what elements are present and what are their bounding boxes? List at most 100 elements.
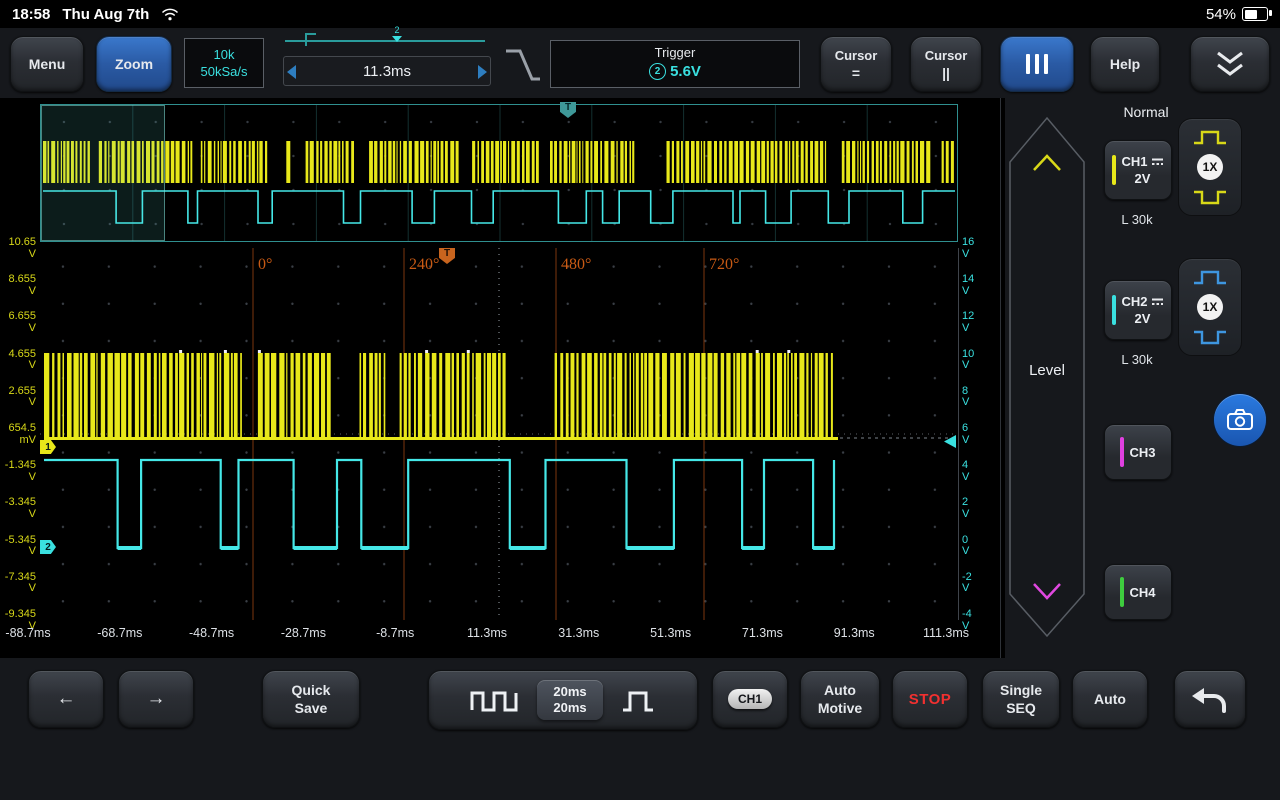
dc-coupling-icon [1151,297,1164,306]
ch1-scale: 2V [1121,170,1163,187]
ch2-button[interactable]: CH2 2V [1104,280,1172,340]
pulse-negative-icon[interactable] [1190,188,1230,206]
main-graticule [40,248,959,620]
sample-points: 10k [214,47,235,62]
ch1-pulse-panel[interactable]: 1X [1178,118,1242,216]
auto-label: Auto [1094,691,1126,707]
ch3-button[interactable]: CH3 [1104,424,1172,480]
ch1-name: CH1 [1121,153,1147,170]
right-axis-label: 6V [962,423,1002,446]
pan-left-button[interactable]: ← [28,670,104,728]
help-button[interactable]: Help [1090,36,1160,92]
ch2-color-bar [1112,295,1116,325]
h-position-box[interactable]: 11.3ms [283,56,491,86]
cursor-h-glyph: = [852,65,860,81]
cursor-horizontal-button[interactable]: Cursor = [820,36,892,92]
ch2-probe-label: 1X [1203,300,1218,314]
left-axis-label: -7.345V [0,572,36,595]
main-timebase: 20ms [553,684,586,700]
stop-label: STOP [909,691,952,708]
left-axis-label: -3.345V [0,497,36,520]
left-arrow-icon: ← [57,688,76,710]
time-axis-label: 91.3ms [834,626,875,640]
run-stop-button[interactable]: STOP [892,670,968,728]
battery-icon [1242,7,1268,21]
time-axis-label: 111.3ms [923,626,969,640]
zoom-button[interactable]: Zoom [96,36,172,92]
quick-save-button[interactable]: Quick Save [262,670,360,728]
sample-rate-display[interactable]: 10k 50kSa/s [184,38,264,88]
acquisition-mode-label: Normal [1106,104,1186,120]
ch1-button[interactable]: CH1 2V [1104,140,1172,200]
menu-label: Menu [29,56,66,72]
quick-save-line2: Save [295,700,328,716]
scroll-left-icon[interactable] [287,65,296,79]
scroll-right-icon[interactable] [478,65,487,79]
left-axis-label: -5.345V [0,535,36,558]
ch1-probe-ratio[interactable]: 1X [1197,154,1223,180]
triangle-down-icon [392,36,402,42]
trigger-title: Trigger [655,45,696,60]
pulse-positive-icon[interactable] [1190,268,1230,286]
single-seq-button[interactable]: Single SEQ [982,670,1060,728]
overview-trigger-letter: T [565,102,571,118]
single-pulse-icon[interactable] [619,685,657,715]
h-trigger-marker[interactable]: 2 [391,26,403,42]
time-axis-label: -68.7ms [97,626,142,640]
auto-motive-button[interactable]: Auto Motive [800,670,880,728]
zoom-overview-strip[interactable] [40,104,958,242]
ch2-pulse-panel[interactable]: 1X [1178,258,1242,356]
pan-right-button[interactable]: → [118,670,194,728]
battery-percent: 54% [1206,6,1236,23]
menu-button[interactable]: Menu [10,36,84,92]
level-down-icon[interactable] [1034,584,1060,598]
left-axis-label: 8.655V [0,274,36,297]
right-arrow-icon: → [147,688,166,710]
cursor-vertical-button[interactable]: Cursor || [910,36,982,92]
trigger-source-button[interactable]: CH1 [712,670,788,728]
left-axis-label: 10.65V [0,237,36,260]
time-axis-label: -28.7ms [281,626,326,640]
auto-motive-line2: Motive [818,700,862,716]
left-axis-label: 4.655V [0,349,36,372]
sample-rate: 50kSa/s [201,64,248,79]
ch1-tag-number: 1 [45,442,51,453]
trigger-slope-icon[interactable] [500,42,546,88]
side-menu-button[interactable] [1000,36,1074,92]
pulse-negative-icon[interactable] [1190,328,1230,346]
timebase-display[interactable]: 20ms 20ms [537,680,602,720]
right-axis-label: 12V [962,311,1002,334]
quick-save-line1: Quick [292,682,331,698]
time-axis-label: 11.3ms [467,626,507,640]
phase-label-240: 240° [409,256,439,274]
return-arrow-icon [1188,682,1232,716]
oscilloscope-app: 18:58 Thu Aug 7th 54% Menu Zoom 10k 50kS… [0,0,1280,800]
right-axis-label: 10V [962,349,1002,372]
ch4-button[interactable]: CH4 [1104,564,1172,620]
left-axis-label: 2.655V [0,386,36,409]
cursor-v-label: Cursor [925,48,968,63]
auto-button[interactable]: Auto [1072,670,1148,728]
cursor-h-label: Cursor [835,48,878,63]
trigger-info-box[interactable]: Trigger 2 5.6V [550,40,800,88]
left-axis-label: 654.5mV [0,423,36,446]
phase-label-480: 480° [561,256,591,274]
multi-pulse-icon[interactable] [469,685,521,715]
phase-label-0: 0° [258,256,272,274]
screenshot-button[interactable] [1214,394,1266,446]
divider [1000,98,1001,658]
ch4-name: CH4 [1129,585,1155,600]
ch2-tag-number: 2 [45,542,51,553]
ch2-probe-ratio[interactable]: 1X [1197,294,1223,320]
time-axis-label: 51.3ms [650,626,691,640]
back-button[interactable] [1174,670,1246,728]
level-up-icon[interactable] [1034,156,1060,170]
time-axis-label: -8.7ms [376,626,414,640]
trigger-value: 2 5.6V [649,63,701,80]
ch3-name: CH3 [1129,445,1155,460]
dc-coupling-icon [1151,157,1164,166]
right-axis-label: -2V [962,572,1002,595]
status-bar: 18:58 Thu Aug 7th 54% [0,0,1280,28]
pulse-positive-icon[interactable] [1190,128,1230,146]
collapse-toolbar-button[interactable] [1190,36,1270,92]
